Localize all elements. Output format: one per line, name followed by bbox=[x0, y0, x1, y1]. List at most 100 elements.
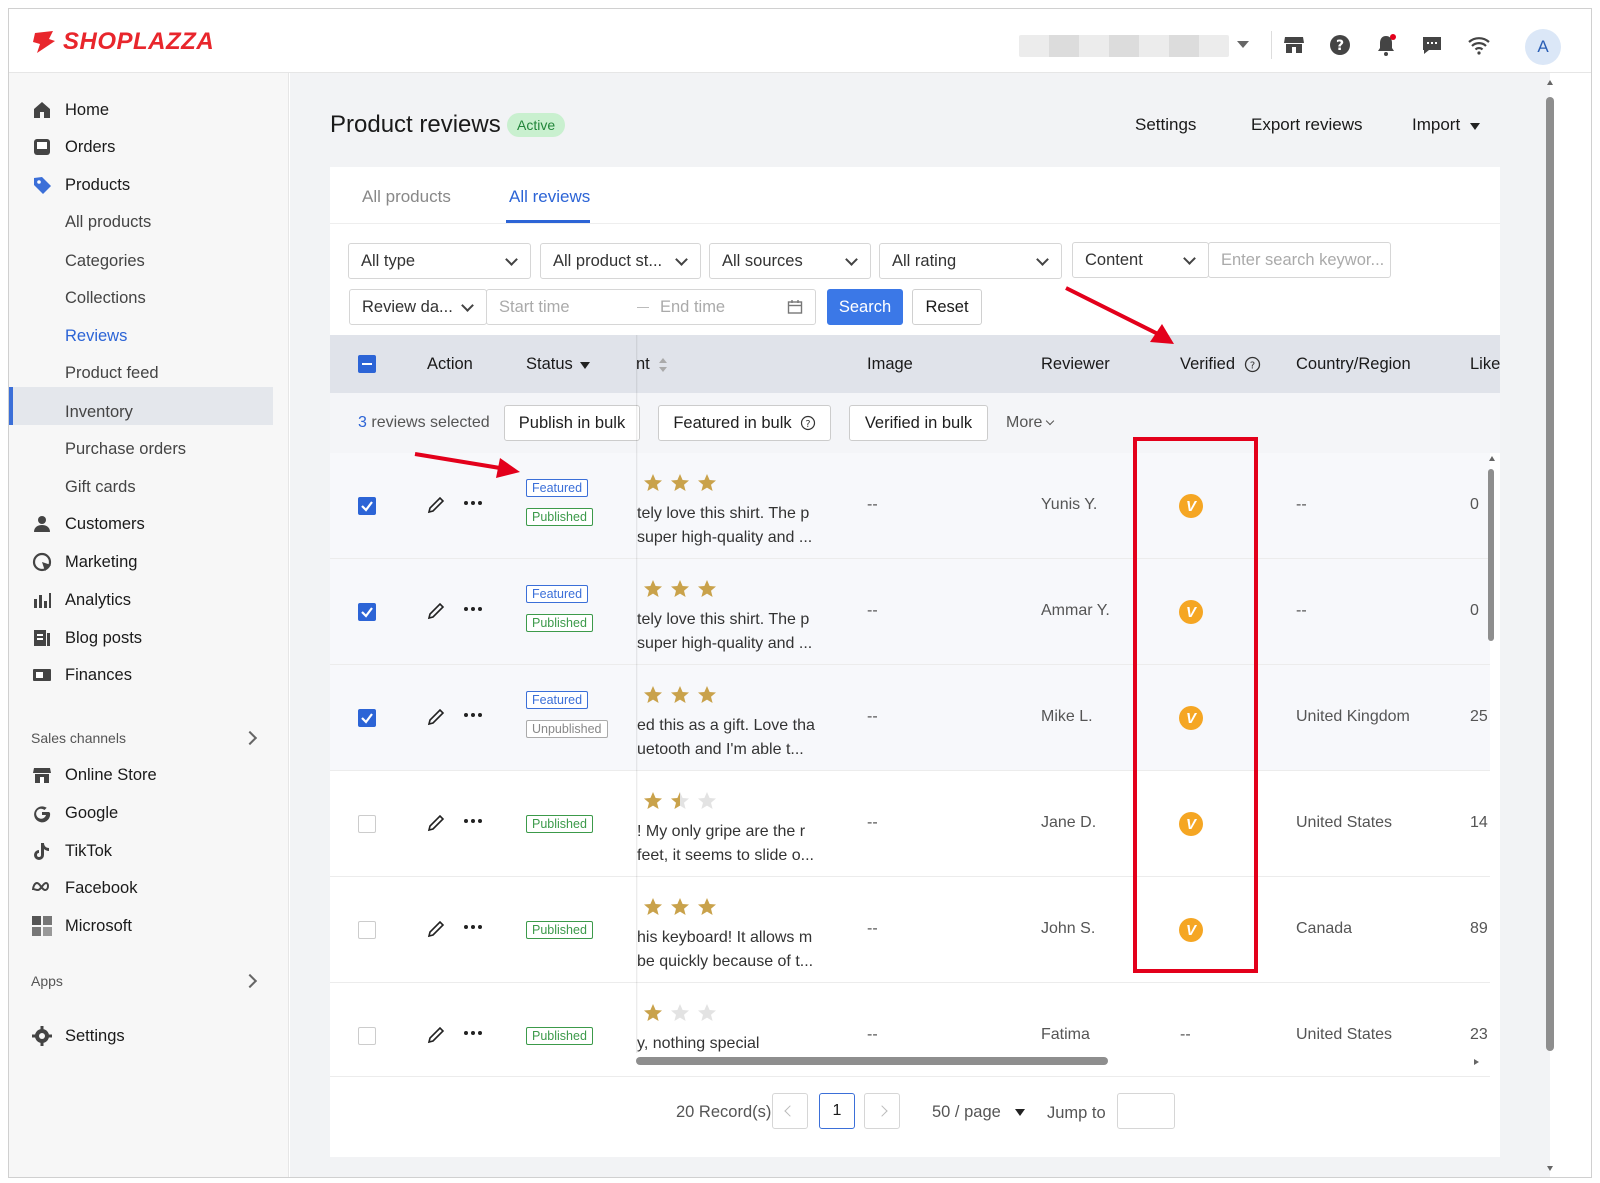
select-all-checkbox[interactable] bbox=[358, 355, 376, 373]
jump-to-input[interactable] bbox=[1117, 1093, 1175, 1129]
sidebar: Home Orders Products All products Catego… bbox=[9, 73, 289, 1177]
start-time-input[interactable]: Start time bbox=[499, 298, 570, 317]
more-options-icon[interactable] bbox=[463, 1029, 483, 1037]
row-checkbox[interactable] bbox=[358, 603, 376, 621]
publish-in-bulk-button[interactable]: Publish in bulk bbox=[504, 405, 640, 441]
apps-chevron-icon[interactable] bbox=[242, 973, 258, 989]
store-selector[interactable] bbox=[1019, 35, 1229, 57]
end-time-input[interactable]: End time bbox=[660, 298, 725, 317]
brand-logo[interactable]: SHOPLAZZA bbox=[31, 27, 214, 57]
table-row[interactable]: Published his keyboard! It allows m be qui… bbox=[330, 877, 1490, 983]
edit-pencil-icon[interactable] bbox=[426, 495, 446, 515]
edit-pencil-icon[interactable] bbox=[426, 707, 446, 727]
more-options-icon[interactable] bbox=[463, 605, 483, 613]
status-filter-caret-icon[interactable] bbox=[580, 362, 590, 369]
sidebar-item-marketing[interactable]: Marketing bbox=[31, 547, 137, 577]
page-scrollbar[interactable] bbox=[1546, 97, 1554, 1051]
store-icon[interactable] bbox=[1282, 33, 1306, 57]
chat-icon[interactable] bbox=[1420, 33, 1444, 57]
sidebar-sub-purchase-orders[interactable]: Purchase orders bbox=[65, 434, 186, 464]
sidebar-item-google[interactable]: Google bbox=[31, 798, 118, 828]
sidebar-item-settings[interactable]: Settings bbox=[31, 1021, 125, 1051]
settings-link[interactable]: Settings bbox=[1135, 115, 1196, 135]
store-caret-icon[interactable] bbox=[1237, 41, 1249, 48]
sidebar-item-facebook[interactable]: Facebook bbox=[31, 873, 137, 903]
sidebar-item-orders[interactable]: Orders bbox=[31, 132, 115, 162]
sidebar-item-microsoft[interactable]: Microsoft bbox=[31, 911, 132, 941]
sidebar-item-analytics[interactable]: Analytics bbox=[31, 585, 131, 615]
featured-in-bulk-button[interactable]: Featured in bulk ? bbox=[658, 405, 831, 441]
more-options-icon[interactable] bbox=[463, 923, 483, 931]
next-page-button[interactable] bbox=[864, 1093, 900, 1129]
row-checkbox[interactable] bbox=[358, 921, 376, 939]
calendar-icon[interactable] bbox=[787, 299, 803, 315]
edit-pencil-icon[interactable] bbox=[426, 1025, 446, 1045]
page-scroll-up-icon[interactable] bbox=[1546, 79, 1554, 87]
more-options-icon[interactable] bbox=[463, 711, 483, 719]
page-scroll-down-icon[interactable] bbox=[1546, 1164, 1554, 1172]
export-reviews-link[interactable]: Export reviews bbox=[1251, 115, 1362, 135]
prev-page-button[interactable] bbox=[772, 1093, 808, 1129]
more-options-icon[interactable] bbox=[463, 817, 483, 825]
edit-pencil-icon[interactable] bbox=[426, 919, 446, 939]
sales-channels-chevron-icon[interactable] bbox=[242, 730, 258, 746]
sidebar-item-products[interactable]: Products bbox=[31, 170, 130, 200]
review-date-select[interactable]: Review da... bbox=[349, 289, 487, 325]
edit-pencil-icon[interactable] bbox=[426, 813, 446, 833]
scroll-right-arrow-icon[interactable] bbox=[1472, 1058, 1480, 1066]
import-caret-icon[interactable] bbox=[1470, 123, 1480, 130]
product-status-filter[interactable]: All product st... bbox=[540, 243, 701, 279]
help-icon[interactable]: ? bbox=[1328, 33, 1352, 57]
sidebar-item-online-store[interactable]: Online Store bbox=[31, 760, 157, 790]
rating-filter[interactable]: All rating bbox=[879, 243, 1062, 279]
sidebar-sub-all-products[interactable]: All products bbox=[65, 207, 151, 237]
more-options-icon[interactable] bbox=[463, 499, 483, 507]
table-row[interactable]: Featured Unpublished ed this as a gift. Lo… bbox=[330, 665, 1490, 771]
help-icon[interactable]: ? bbox=[800, 415, 816, 431]
import-menu[interactable]: Import bbox=[1412, 115, 1460, 135]
sidebar-sub-inventory[interactable]: Inventory bbox=[65, 397, 133, 427]
page-1-button[interactable]: 1 bbox=[819, 1093, 855, 1129]
page-size-caret-icon[interactable] bbox=[1015, 1109, 1025, 1116]
verified-in-bulk-button[interactable]: Verified in bulk bbox=[849, 405, 988, 441]
page-size-select[interactable]: 50 / page bbox=[932, 1103, 1001, 1122]
column-status[interactable]: Status bbox=[526, 355, 573, 374]
row-checkbox[interactable] bbox=[358, 815, 376, 833]
sources-filter[interactable]: All sources bbox=[709, 243, 871, 279]
sidebar-item-customers[interactable]: Customers bbox=[31, 509, 145, 539]
search-input[interactable]: Enter search keywor... bbox=[1208, 242, 1391, 278]
sidebar-item-tiktok[interactable]: TikTok bbox=[31, 836, 112, 866]
tab-all-products[interactable]: All products bbox=[362, 187, 451, 207]
sidebar-item-home[interactable]: Home bbox=[31, 95, 109, 125]
verified-help-icon[interactable]: ? bbox=[1244, 356, 1261, 373]
chevron-down-icon bbox=[505, 253, 518, 266]
scroll-up-arrow-icon[interactable] bbox=[1488, 455, 1496, 463]
type-filter[interactable]: All type bbox=[348, 243, 531, 279]
sidebar-sub-categories[interactable]: Categories bbox=[65, 246, 145, 276]
search-button[interactable]: Search bbox=[827, 289, 903, 325]
more-actions-menu[interactable]: More bbox=[1006, 414, 1055, 432]
sidebar-item-finances[interactable]: Finances bbox=[31, 660, 132, 690]
sidebar-sub-reviews[interactable]: Reviews bbox=[65, 321, 127, 351]
table-row[interactable]: Published ! My only gripe are the r feet, … bbox=[330, 771, 1490, 877]
sidebar-sub-gift-cards[interactable]: Gift cards bbox=[65, 472, 136, 502]
horizontal-scrollbar[interactable] bbox=[636, 1057, 1108, 1065]
sort-icon[interactable] bbox=[658, 357, 668, 373]
sidebar-sub-collections[interactable]: Collections bbox=[65, 283, 146, 313]
jump-to-label: Jump to bbox=[1047, 1104, 1106, 1122]
sidebar-item-blog-posts[interactable]: Blog posts bbox=[31, 623, 142, 653]
table-row[interactable]: Featured Published tely love this shirt. T… bbox=[330, 559, 1490, 665]
avatar[interactable]: A bbox=[1525, 29, 1561, 65]
row-checkbox[interactable] bbox=[358, 709, 376, 727]
row-checkbox[interactable] bbox=[358, 497, 376, 515]
row-checkbox[interactable] bbox=[358, 1027, 376, 1045]
reset-button[interactable]: Reset bbox=[912, 289, 982, 325]
sidebar-sub-product-feed[interactable]: Product feed bbox=[65, 358, 159, 388]
table-vertical-scrollbar[interactable] bbox=[1488, 469, 1494, 641]
edit-pencil-icon[interactable] bbox=[426, 601, 446, 621]
tab-all-reviews[interactable]: All reviews bbox=[509, 187, 590, 207]
wifi-icon[interactable] bbox=[1467, 33, 1491, 57]
date-range-picker[interactable]: Start time End time bbox=[486, 289, 816, 325]
content-field-select[interactable]: Content bbox=[1072, 242, 1209, 278]
bell-icon[interactable] bbox=[1374, 33, 1398, 57]
